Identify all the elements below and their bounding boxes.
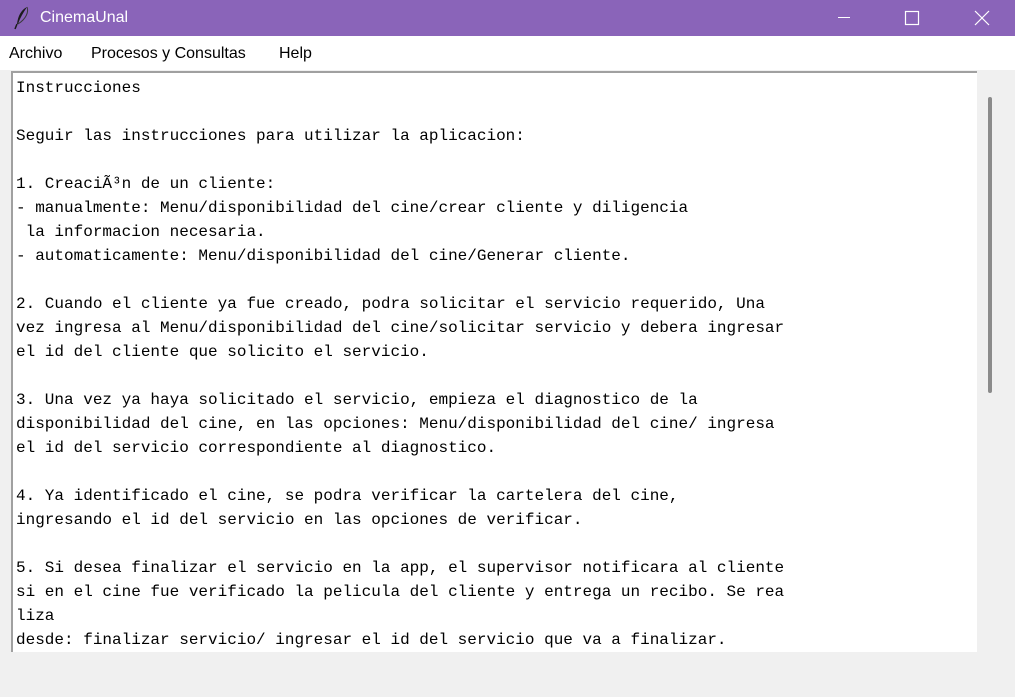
text-line: 1. CreaciÃ³n de un cliente: <box>16 175 276 193</box>
text-line: 2. Cuando el cliente ya fue creado, podr… <box>16 295 765 313</box>
menu-procesos-y-consultas[interactable]: Procesos y Consultas <box>91 45 246 63</box>
maximize-icon <box>904 10 920 26</box>
text-line: Seguir las instrucciones para utilizar l… <box>16 127 525 145</box>
minimize-button[interactable] <box>821 0 867 36</box>
text-line: liza <box>16 607 55 625</box>
text-line: desde: finalizar servicio/ ingresar el i… <box>16 631 727 649</box>
text-line: vez ingresa al Menu/disponibilidad del c… <box>16 319 785 337</box>
text-line: 5. Si desea finalizar el servicio en la … <box>16 559 785 577</box>
text-line: si en el cine fue verificado la pelicula… <box>16 583 785 601</box>
text-line: Instrucciones <box>16 79 141 97</box>
text-line: ingresando el id del servicio en las opc… <box>16 511 583 529</box>
close-icon <box>974 10 990 26</box>
text-line: la informacion necesaria. <box>16 223 266 241</box>
scrollbar-thumb[interactable] <box>988 97 992 393</box>
text-line: - automaticamente: Menu/disponibilidad d… <box>16 247 631 265</box>
vertical-scrollbar[interactable] <box>977 71 1005 652</box>
instructions-text-area[interactable]: Instrucciones Seguir las instrucciones p… <box>11 71 977 652</box>
text-line: el id del servicio correspondiente al di… <box>16 439 497 457</box>
window-title: CinemaUnal <box>40 9 129 26</box>
title-bar[interactable]: CinemaUnal <box>0 0 1015 36</box>
app-window: CinemaUnal Archivo Procesos y Consultas … <box>0 0 1015 697</box>
maximize-button[interactable] <box>889 0 935 36</box>
text-line: el id del cliente que solicito el servic… <box>16 343 429 361</box>
feather-icon <box>12 6 32 30</box>
text-line: 4. Ya identificado el cine, se podra ver… <box>16 487 679 505</box>
menu-help[interactable]: Help <box>279 45 312 63</box>
menu-archivo[interactable]: Archivo <box>9 45 62 63</box>
menu-bar: Archivo Procesos y Consultas Help <box>0 36 1015 70</box>
text-line: disponibilidad del cine, en las opciones… <box>16 415 775 433</box>
close-button[interactable] <box>959 0 1005 36</box>
minimize-icon <box>838 17 850 18</box>
instructions-text: Instrucciones Seguir las instrucciones p… <box>16 76 784 652</box>
text-line: 3. Una vez ya haya solicitado el servici… <box>16 391 698 409</box>
text-line: - manualmente: Menu/disponibilidad del c… <box>16 199 689 217</box>
